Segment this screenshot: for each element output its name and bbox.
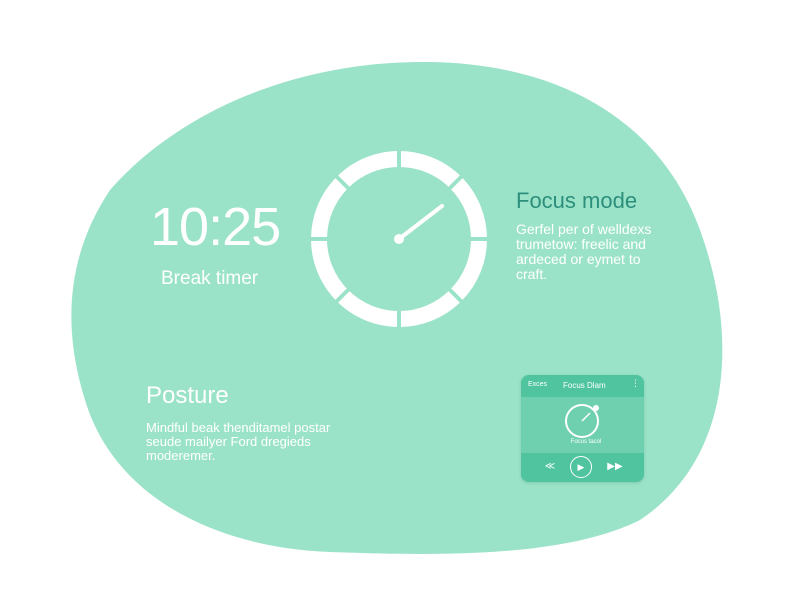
- focus-mode-description: Gerfel per of welldexs trumetow: freelic…: [516, 221, 652, 282]
- play-icon[interactable]: ▶: [570, 456, 592, 478]
- rewind-icon[interactable]: ≪: [542, 459, 558, 475]
- dial-hand: [397, 204, 444, 241]
- timer-dial[interactable]: [304, 144, 494, 334]
- fast-forward-icon[interactable]: ▶▶: [607, 459, 623, 475]
- dial-center-dot: [394, 234, 404, 244]
- mini-player-left-label[interactable]: Exces: [528, 381, 547, 388]
- mini-player-title: Focus Dlam: [563, 381, 606, 390]
- mini-dial-knob: [593, 405, 599, 411]
- mini-player-header: Exces Focus Dlam ⋮: [521, 375, 644, 397]
- posture-title: Posture: [146, 382, 229, 409]
- posture-description: Mindful beak thenditamel postar seude ma…: [146, 420, 331, 463]
- mini-player-card[interactable]: Exces Focus Dlam ⋮ Focus tacol ≪ ▶ ▶▶: [521, 375, 644, 482]
- mini-timer-dial: [565, 404, 599, 438]
- focus-mode-title: Focus mode: [516, 188, 638, 213]
- focus-app-screen: 10:25 Break timer Focus mode Gerfel per …: [0, 0, 800, 600]
- mini-dial-caption: Focus tacol: [570, 439, 602, 445]
- break-timer-label: Break timer: [161, 268, 259, 289]
- mini-dial-hand: [581, 412, 591, 422]
- kebab-menu-icon[interactable]: ⋮: [631, 378, 640, 389]
- time-display: 10:25: [150, 197, 281, 257]
- mini-player-controls: ≪ ▶ ▶▶: [521, 453, 644, 482]
